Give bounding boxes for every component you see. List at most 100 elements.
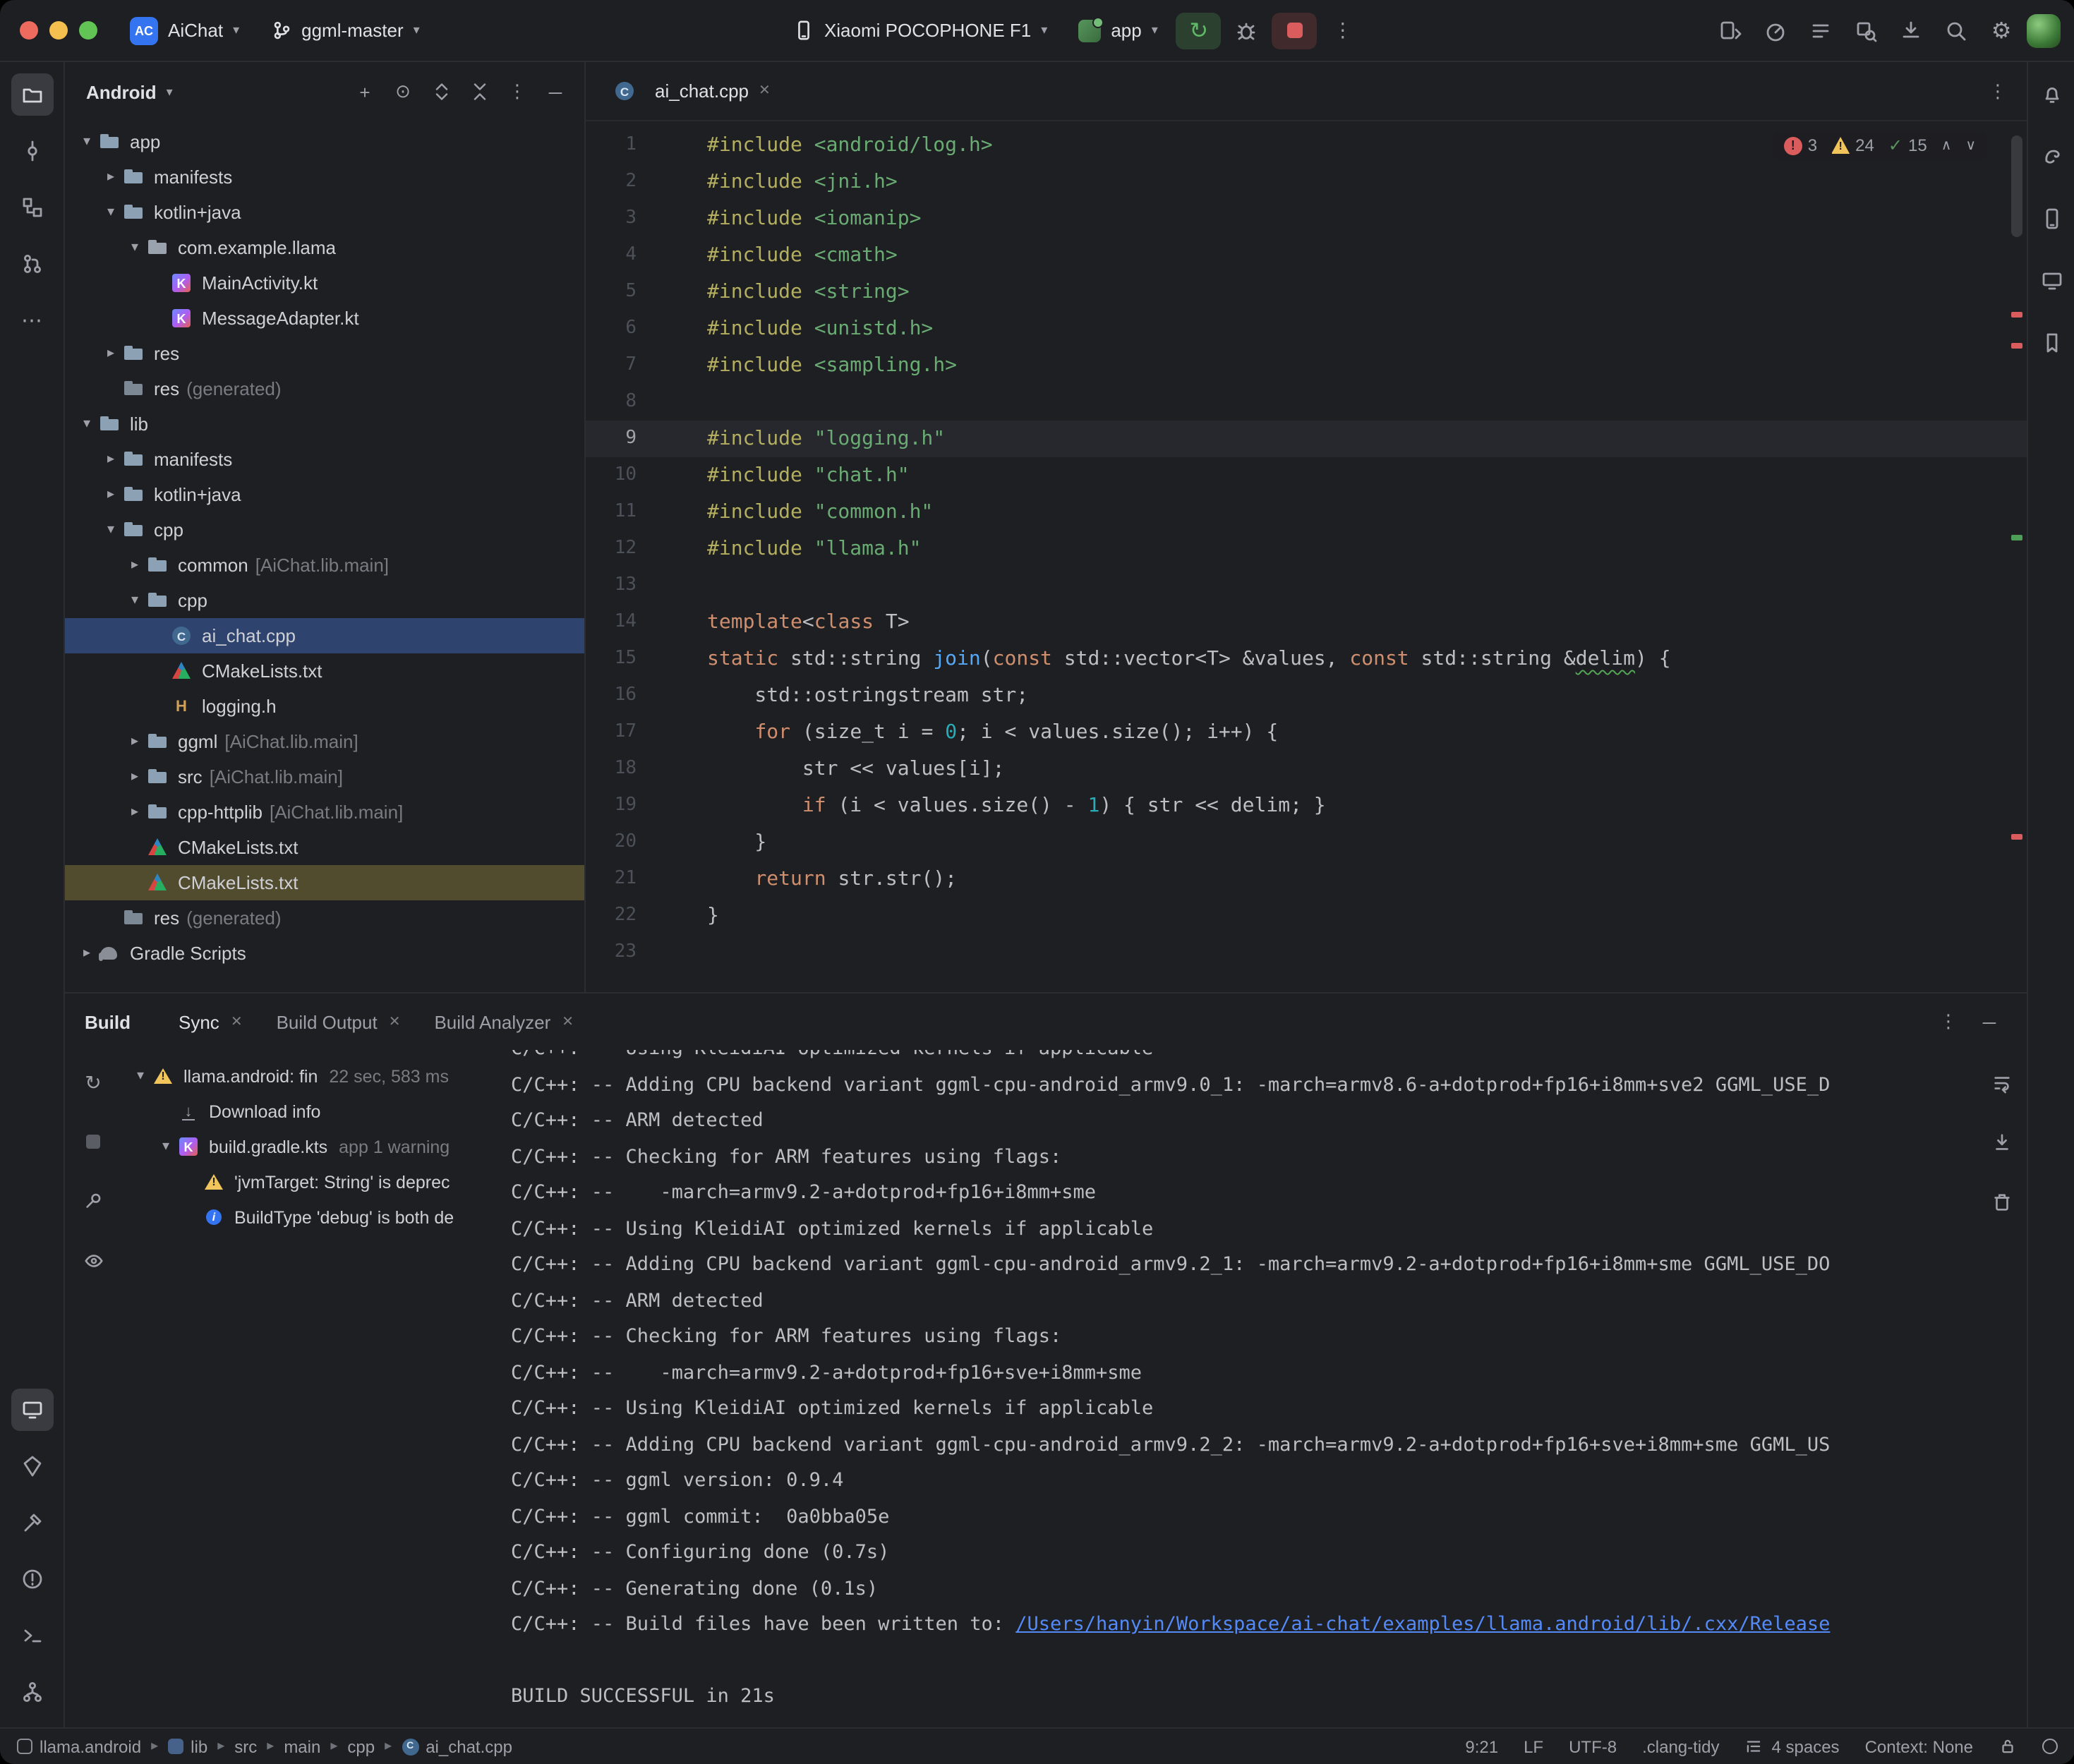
minimize-window-button[interactable]	[49, 21, 68, 40]
tree-item[interactable]: ▾lib	[65, 406, 584, 442]
breadcrumb-item[interactable]: src	[234, 1736, 257, 1756]
code-line[interactable]: 16 std::ostringstream str;	[586, 677, 2027, 714]
logcat-button[interactable]	[1801, 11, 1840, 50]
project-options-menu[interactable]: ⋮	[500, 74, 535, 109]
soft-wrap-button[interactable]	[1983, 1064, 2020, 1101]
chevron-down-icon[interactable]: ▾	[124, 593, 145, 608]
tree-item[interactable]: res(generated)	[65, 371, 584, 406]
tree-item[interactable]: MessageAdapter.kt	[65, 301, 584, 336]
stripe-mark[interactable]	[2011, 834, 2022, 840]
device-mirroring-button[interactable]	[1711, 11, 1750, 50]
line-separator-widget[interactable]: LF	[1524, 1736, 1543, 1756]
tree-item[interactable]: CMakeLists.txt	[65, 865, 584, 900]
code-line[interactable]: 8	[586, 384, 2027, 421]
chevron-down-icon[interactable]: ▾	[76, 416, 97, 432]
bookmarks-tool-button[interactable]	[2030, 322, 2073, 364]
code-line[interactable]: 20 }	[586, 824, 2027, 861]
breadcrumb-item[interactable]: main	[284, 1736, 320, 1756]
tree-item[interactable]: ▸cpp-httplib[AiChat.lib.main]	[65, 795, 584, 830]
tree-item[interactable]: ▾com.example.llama	[65, 230, 584, 265]
profiler-button[interactable]	[1756, 11, 1795, 50]
close-tab-icon[interactable]: ✕	[759, 83, 771, 99]
chevron-right-icon[interactable]: ▸	[124, 557, 145, 573]
code-line[interactable]: 10#include "chat.h"	[586, 457, 2027, 494]
code-line[interactable]: 11#include "common.h"	[586, 494, 2027, 531]
resync-button[interactable]: ↻	[75, 1064, 111, 1101]
project-view-selector[interactable]: Android ▾	[76, 75, 183, 108]
build-console[interactable]: C/C++: -- Using KleidiAI optimized kerne…	[500, 1050, 1976, 1727]
run-configuration-selector[interactable]: app ▾	[1066, 13, 1170, 47]
chevron-down-icon[interactable]: ▾	[130, 1068, 151, 1084]
chevron-down-icon[interactable]: ▾	[124, 240, 145, 255]
code-line[interactable]: 9#include "logging.h"	[586, 421, 2027, 457]
next-problem-button[interactable]: ∨	[1965, 138, 1976, 153]
code-line[interactable]: 6#include <unistd.h>	[586, 310, 2027, 347]
tab-sync[interactable]: Sync ✕	[164, 1004, 257, 1039]
tree-item[interactable]: ▸src[AiChat.lib.main]	[65, 759, 584, 795]
stop-sync-button[interactable]	[75, 1123, 111, 1160]
code-line[interactable]: 7#include <sampling.h>	[586, 347, 2027, 384]
run-options-menu[interactable]: ⋮	[1323, 11, 1363, 50]
passed-count[interactable]: ✓ 15	[1888, 135, 1927, 155]
clear-console-button[interactable]	[1983, 1183, 2020, 1219]
tree-item[interactable]: ▸ggml[AiChat.lib.main]	[65, 724, 584, 759]
close-tab-icon[interactable]: ✕	[562, 1014, 574, 1029]
code-line[interactable]: 4#include <cmath>	[586, 237, 2027, 274]
build-tree-item[interactable]: 'jvmTarget: String' is deprec	[121, 1164, 500, 1200]
build-options-menu[interactable]: ⋮	[1931, 1004, 1966, 1039]
chevron-right-icon[interactable]: ▸	[100, 487, 121, 502]
code-line[interactable]: 3#include <iomanip>	[586, 200, 2027, 237]
build-window-title[interactable]: Build	[85, 1011, 131, 1032]
code-line[interactable]: 12#include "llama.h"	[586, 531, 2027, 567]
tree-item[interactable]: ai_chat.cpp	[65, 618, 584, 653]
tree-item[interactable]: ▸manifests	[65, 159, 584, 195]
code-line[interactable]: 18 str << values[i];	[586, 751, 2027, 787]
encoding-widget[interactable]: UTF-8	[1569, 1736, 1617, 1756]
breadcrumb-item[interactable]: lib	[168, 1736, 207, 1756]
chevron-right-icon[interactable]: ▸	[100, 346, 121, 361]
context-widget[interactable]: Context: None	[1865, 1736, 1973, 1756]
tree-item[interactable]: MainActivity.kt	[65, 265, 584, 301]
debug-button[interactable]	[1227, 11, 1267, 50]
pull-requests-tool-button[interactable]	[11, 243, 53, 285]
code-line[interactable]: 17 for (size_t i = 0; i < values.size();…	[586, 714, 2027, 751]
console-link[interactable]: /Users/hanyin/Workspace/ai-chat/examples…	[1015, 1613, 1830, 1636]
scroll-to-end-button[interactable]	[1983, 1123, 2020, 1160]
add-button[interactable]: +	[347, 74, 382, 109]
tree-item[interactable]: ▸manifests	[65, 442, 584, 477]
close-window-button[interactable]	[20, 21, 38, 40]
chevron-right-icon[interactable]: ▸	[76, 946, 97, 961]
terminal-tool-button[interactable]	[11, 1614, 53, 1657]
hide-build-panel-button[interactable]: ─	[1972, 1004, 2007, 1039]
breadcrumb-item[interactable]: Cai_chat.cpp	[402, 1736, 512, 1756]
build-tree-item[interactable]: Download info	[121, 1094, 500, 1129]
editor-tab-options-menu[interactable]: ⋮	[1980, 73, 2015, 109]
zoom-window-button[interactable]	[79, 21, 97, 40]
chevron-right-icon[interactable]: ▸	[124, 804, 145, 820]
build-tree-item[interactable]: ▾build.gradle.ktsapp 1 warning	[121, 1129, 500, 1164]
previous-problem-button[interactable]: ∧	[1941, 138, 1952, 153]
chevron-right-icon[interactable]: ▸	[100, 452, 121, 467]
code-line[interactable]: 13	[586, 567, 2027, 604]
vcs-branch-selector[interactable]: ggml-master ▾	[258, 14, 433, 47]
inspections-widget[interactable]: ! 3 24 ✓ 15 ∧ ∨	[1773, 131, 1987, 159]
write-access-widget[interactable]	[1998, 1737, 2017, 1756]
stop-button[interactable]	[1272, 12, 1318, 49]
expand-all-button[interactable]	[423, 74, 459, 109]
scrollbar-thumb[interactable]	[2011, 135, 2022, 237]
tree-item[interactable]: logging.h	[65, 689, 584, 724]
code-line[interactable]: 5#include <string>	[586, 274, 2027, 310]
inspections-status-widget[interactable]	[2042, 1739, 2058, 1754]
chevron-right-icon[interactable]: ▸	[100, 169, 121, 185]
build-tool-button[interactable]	[11, 1502, 53, 1544]
tab-build-analyzer[interactable]: Build Analyzer ✕	[420, 1004, 588, 1039]
tree-item[interactable]: ▸Gradle Scripts	[65, 936, 584, 971]
device-manager-tool-button[interactable]	[2030, 198, 2073, 240]
code-editor[interactable]: ! 3 24 ✓ 15 ∧ ∨	[586, 121, 2027, 992]
tree-item[interactable]: CMakeLists.txt	[65, 830, 584, 865]
settings-button[interactable]: ⚙	[1982, 11, 2021, 50]
search-everywhere-button[interactable]	[1936, 11, 1976, 50]
code-line[interactable]: 21 return str.str();	[586, 861, 2027, 898]
structure-tool-button[interactable]	[11, 186, 53, 229]
breadcrumb-item[interactable]: cpp	[347, 1736, 375, 1756]
